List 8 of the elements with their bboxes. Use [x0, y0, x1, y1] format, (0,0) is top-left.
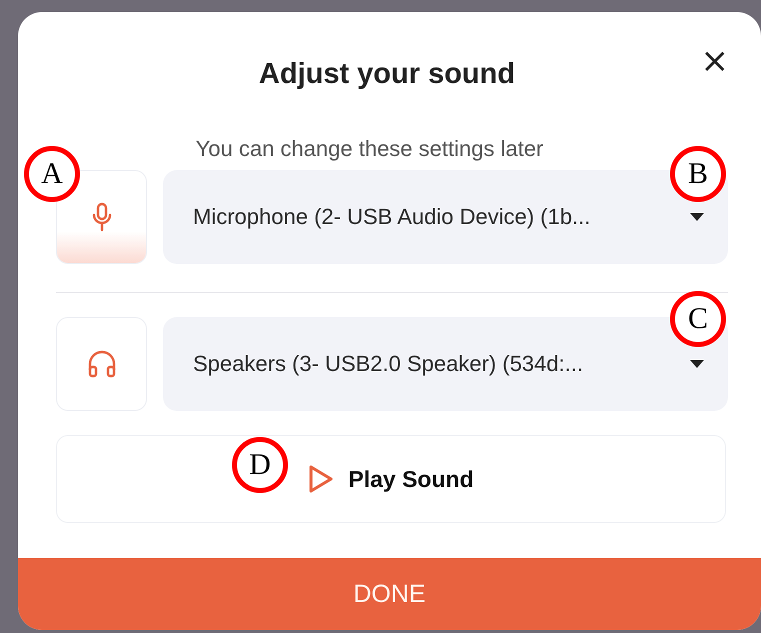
- subtitle: You can change these settings later: [194, 136, 544, 162]
- headphones-icon: [86, 350, 116, 378]
- microphone-icon: [90, 202, 112, 232]
- close-button[interactable]: ×: [696, 44, 733, 78]
- dialog-title: Adjust your sound: [258, 58, 516, 90]
- caret-icon: [690, 213, 704, 221]
- caret-icon: [690, 360, 704, 368]
- play-icon: [308, 464, 334, 494]
